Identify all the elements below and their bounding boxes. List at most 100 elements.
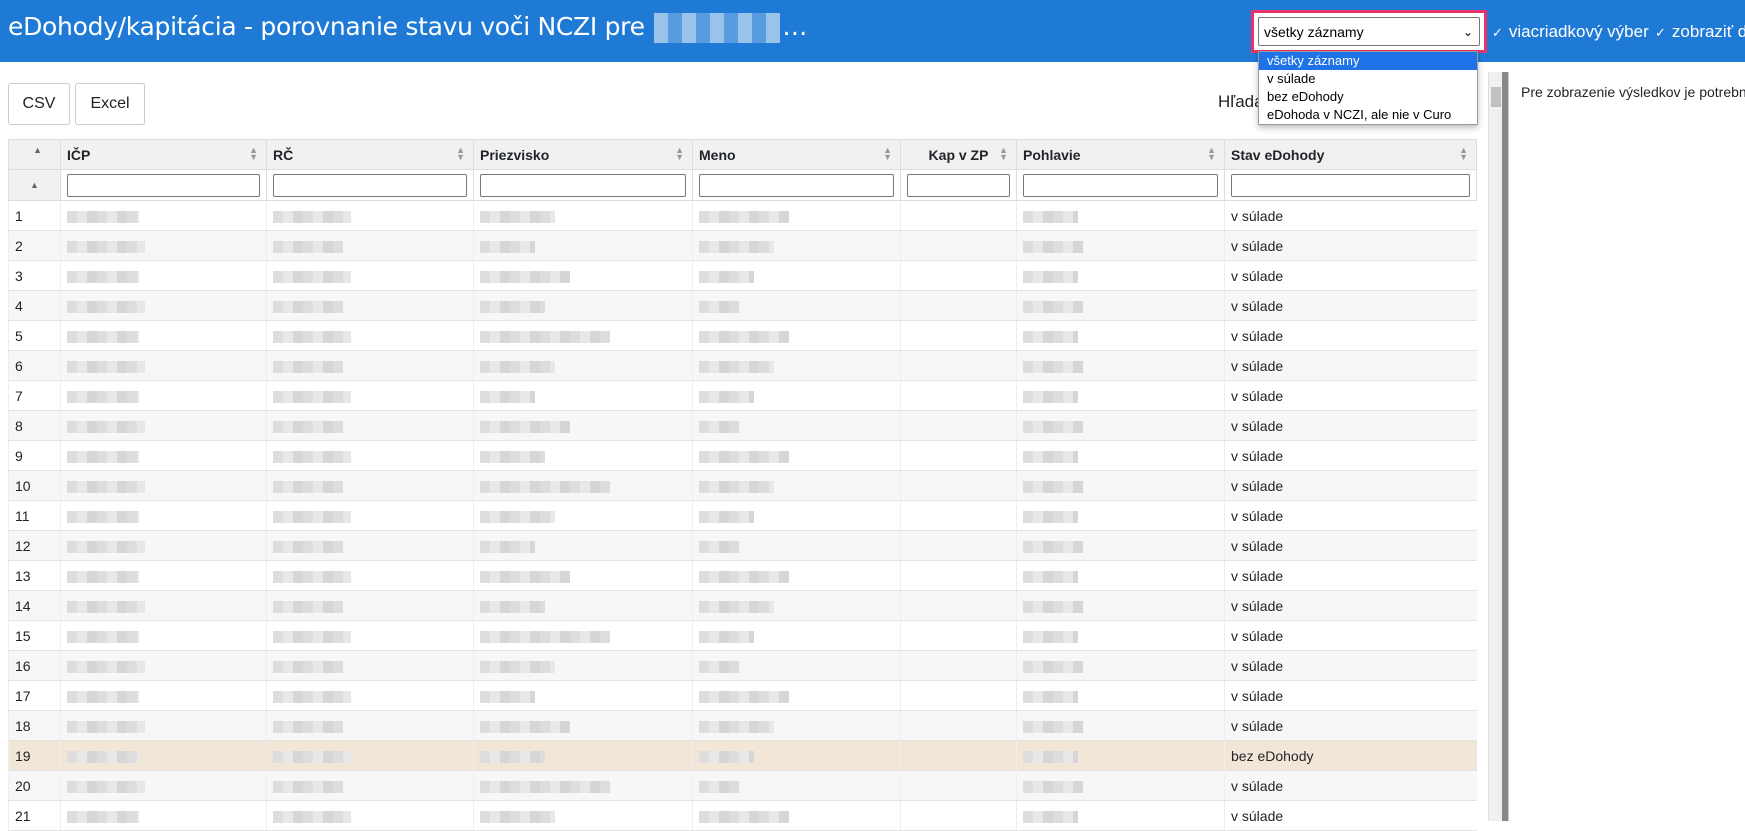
redacted-value — [67, 480, 145, 493]
csv-button[interactable]: CSV — [8, 83, 70, 125]
table-row[interactable]: 13 v súlade — [8, 560, 1477, 591]
redacted-value — [273, 510, 351, 523]
redacted-cell — [473, 290, 693, 321]
row-number: 9 — [8, 440, 61, 471]
table-row[interactable]: 1 v súlade — [8, 200, 1477, 231]
stav-edohody-cell: v súlade — [1224, 530, 1477, 561]
redacted-cell — [60, 800, 267, 831]
sort-up-icon: ▲ — [33, 145, 42, 155]
column-header-rc[interactable]: RČ ▲ ▼ — [266, 139, 474, 170]
row-number: 3 — [8, 260, 61, 291]
redacted-value — [1023, 360, 1083, 373]
redacted-value — [699, 360, 774, 373]
option-all[interactable]: všetky záznamy — [1259, 52, 1477, 70]
redacted-value — [699, 690, 789, 703]
redacted-cell — [692, 320, 901, 351]
multirow-select-toggle[interactable]: ✓ viacriadkový výber — [1492, 22, 1649, 42]
filter-input-icp[interactable] — [67, 173, 260, 197]
table-row[interactable]: 19 bez eDohody — [8, 740, 1477, 771]
redacted-value — [273, 540, 343, 553]
table-row[interactable]: 3 v súlade — [8, 260, 1477, 291]
redacted-value — [273, 420, 343, 433]
filter-input-meno[interactable] — [699, 173, 894, 197]
redacted-value — [699, 510, 754, 523]
filter-input-pohlavie[interactable] — [1023, 173, 1218, 197]
excel-button[interactable]: Excel — [75, 83, 145, 125]
table-row[interactable]: 17 v súlade — [8, 680, 1477, 711]
table-row[interactable]: 15 v súlade — [8, 620, 1477, 651]
redacted-value — [273, 750, 351, 763]
table-row[interactable]: 2 v súlade — [8, 230, 1477, 261]
column-header-icp[interactable]: IČP ▲ ▼ — [60, 139, 267, 170]
redacted-cell — [60, 290, 267, 321]
filter-input-kap-v-zp[interactable] — [907, 173, 1010, 197]
redacted-cell — [60, 200, 267, 231]
table-row[interactable]: 20 v súlade — [8, 770, 1477, 801]
stav-edohody-cell: v súlade — [1224, 620, 1477, 651]
table-row[interactable]: 8 v súlade — [8, 410, 1477, 441]
table-row[interactable]: 9 v súlade — [8, 440, 1477, 471]
grid-scrollbar[interactable] — [1488, 72, 1503, 821]
redacted-value — [699, 240, 774, 253]
table-row[interactable]: 6 v súlade — [8, 350, 1477, 381]
redacted-cell — [473, 230, 693, 261]
redacted-cell — [266, 260, 474, 291]
row-number-header[interactable]: ▲ — [8, 139, 61, 170]
redacted-value — [67, 360, 145, 373]
redacted-value — [1023, 570, 1078, 583]
redacted-value — [699, 390, 754, 403]
filter-cell — [60, 169, 267, 201]
table-row[interactable]: 10 v súlade — [8, 470, 1477, 501]
table-row[interactable]: 14 v súlade — [8, 590, 1477, 621]
filter-input-stav-edohody[interactable] — [1231, 173, 1470, 197]
sort-icon: ▲ ▼ — [999, 145, 1008, 162]
column-header-meno[interactable]: Meno ▲ ▼ — [692, 139, 901, 170]
table-row[interactable]: 18 v súlade — [8, 710, 1477, 741]
sort-icon: ▲ ▼ — [1207, 145, 1216, 162]
redacted-cell — [473, 530, 693, 561]
redacted-value — [1023, 750, 1078, 763]
redacted-cell — [1016, 740, 1225, 771]
option-no-edohoda[interactable]: bez eDohody — [1259, 88, 1477, 106]
redacted-cell — [692, 530, 901, 561]
redacted-cell — [266, 800, 474, 831]
redacted-cell — [266, 500, 474, 531]
stav-edohody-cell: v súlade — [1224, 800, 1477, 831]
table-row[interactable]: 21 v súlade — [8, 800, 1477, 831]
redacted-value — [67, 750, 139, 763]
detail-panel: Pre zobrazenie výsledkov je potrebné — [1508, 72, 1745, 821]
scrollbar-thumb[interactable] — [1491, 87, 1501, 107]
table-row[interactable]: 12 v súlade — [8, 530, 1477, 561]
redacted-value — [1023, 420, 1083, 433]
column-header-pohlavie[interactable]: Pohlavie ▲ ▼ — [1016, 139, 1225, 170]
filter-input-rc[interactable] — [273, 173, 467, 197]
column-header-priezvisko[interactable]: Priezvisko ▲ ▼ — [473, 139, 693, 170]
status-filter-select[interactable]: všetky záznamy ⌄ — [1258, 17, 1480, 46]
redacted-cell — [266, 380, 474, 411]
redacted-value — [67, 510, 139, 523]
redacted-cell — [60, 650, 267, 681]
column-header-stav-edohody[interactable]: Stav eDohody ▲ ▼ — [1224, 139, 1477, 170]
redacted-cell — [266, 290, 474, 321]
redacted-cell — [900, 740, 1017, 771]
column-header-kap-v-zp[interactable]: Kap v ZP ▲ ▼ — [900, 139, 1017, 170]
redacted-cell — [473, 620, 693, 651]
redacted-cell — [900, 620, 1017, 651]
show-detail-toggle[interactable]: ✓ zobraziť de — [1655, 22, 1745, 42]
search-label: Hľada — [1218, 92, 1264, 111]
row-number: 8 — [8, 410, 61, 441]
table-row[interactable]: 4 v súlade — [8, 290, 1477, 321]
redacted-cell — [60, 350, 267, 381]
redacted-cell — [473, 320, 693, 351]
filter-cell — [266, 169, 474, 201]
redacted-cell — [1016, 260, 1225, 291]
table-row[interactable]: 16 v súlade — [8, 650, 1477, 681]
redacted-value — [273, 450, 351, 463]
table-row[interactable]: 5 v súlade — [8, 320, 1477, 351]
table-row[interactable]: 11 v súlade — [8, 500, 1477, 531]
filter-input-priezvisko[interactable] — [480, 173, 686, 197]
redacted-cell — [60, 380, 267, 411]
table-row[interactable]: 7 v súlade — [8, 380, 1477, 411]
option-nczi-not-curo[interactable]: eDohoda v NCZI, ale nie v Curo — [1259, 106, 1477, 124]
option-compliant[interactable]: v súlade — [1259, 70, 1477, 88]
